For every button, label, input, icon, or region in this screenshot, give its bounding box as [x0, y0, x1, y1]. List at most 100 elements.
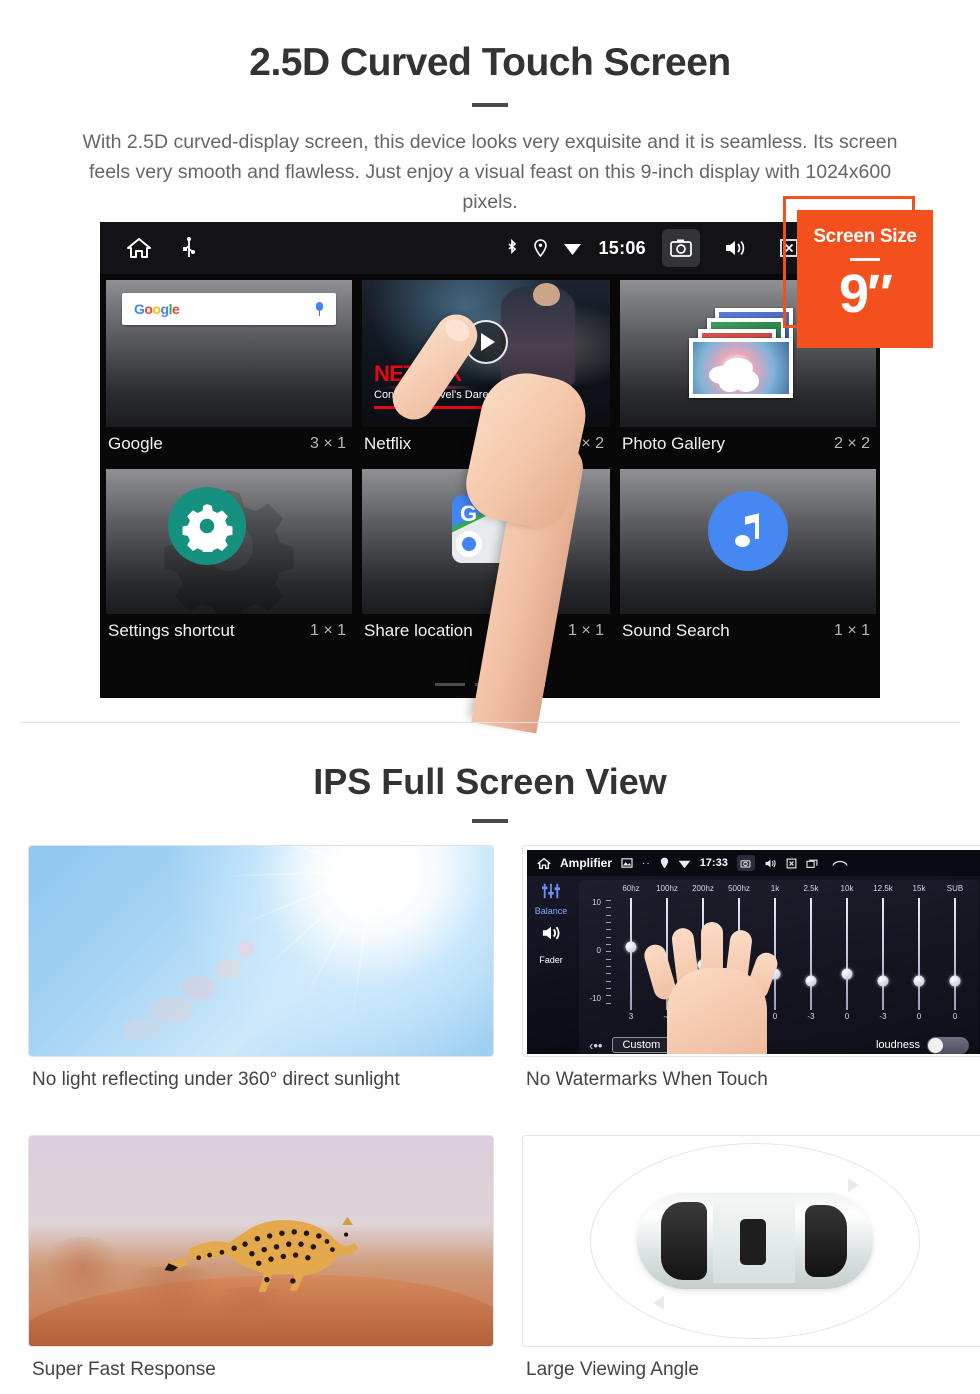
band-label: 12.5k [873, 884, 893, 893]
section2-title: IPS Full Screen View [313, 761, 667, 802]
netflix-subtitle: Continue Marvel's Daredevil [374, 389, 512, 401]
band-label: 200hz [692, 884, 714, 893]
widget-size: 3 × 2 [567, 434, 604, 452]
google-logo: Google [134, 301, 180, 317]
feature-card-viewing-angle: Large Viewing Angle [522, 1135, 980, 1381]
feature-row: Super Fast Response Large Viewing Angle [28, 1135, 980, 1381]
progress-bar [374, 406, 564, 409]
amplifier-side-tabs: Balance Fader [527, 876, 575, 1054]
fader-icon[interactable] [527, 924, 575, 947]
location-icon [660, 857, 669, 869]
status-bar-clock: 15:06 [598, 237, 646, 258]
play-icon[interactable] [464, 319, 508, 364]
eq-value: 0 [844, 1012, 850, 1021]
widget-size: 3 × 1 [309, 434, 346, 452]
eq-slider[interactable] [793, 898, 829, 1010]
fader-label[interactable]: Fader [527, 955, 575, 965]
volume-icon[interactable] [716, 229, 754, 267]
widget-sound-search[interactable]: Sound Search 1 × 1 [614, 463, 880, 650]
page-dot[interactable] [435, 683, 465, 686]
widget-size: 2 × 2 [833, 434, 870, 452]
feature-card-fast-response: Super Fast Response [28, 1135, 494, 1381]
eq-slider[interactable] [829, 898, 865, 1010]
scale-label: 0 [596, 946, 601, 955]
google-search-bar[interactable]: Google [122, 293, 336, 325]
widget-label: Sound Search [622, 620, 730, 640]
eq-value: -3 [879, 1012, 887, 1021]
camera-icon[interactable] [736, 855, 755, 871]
amplifier-status-bar: Amplifier ·· 17:33 [527, 850, 980, 876]
cheetah-figure [131, 1195, 400, 1304]
page-dot[interactable] [475, 683, 505, 686]
band-label: 2.5k [803, 884, 819, 893]
widget-settings-shortcut[interactable]: Settings shortcut 1 × 1 [100, 463, 356, 650]
badge-label: Screen Size [813, 226, 917, 247]
band-label: 10k [840, 884, 854, 893]
widget-size: 1 × 1 [833, 621, 870, 639]
title-underline [472, 102, 508, 107]
band-label: 500hz [728, 884, 750, 893]
page-dot-active[interactable] [515, 683, 545, 686]
widget-picker-grid: Google Google 3 × 1 NETFLIX Continue Mar… [100, 274, 880, 650]
screen-size-badge: Screen Size 9″ [783, 196, 933, 348]
wifi-icon [563, 240, 582, 256]
loudness-control[interactable]: loudness [875, 1036, 969, 1054]
back-arrow-icon[interactable]: ‹•• [589, 1038, 602, 1053]
feature-caption: No light reflecting under 360° direct su… [32, 1069, 400, 1090]
widget-label: Netflix [364, 433, 412, 453]
feature-card-sunlight: No light reflecting under 360° direct su… [28, 845, 494, 1091]
feature-caption: No Watermarks When Touch [526, 1069, 768, 1090]
band-label: 60hz [622, 884, 640, 893]
more-icon[interactable]: ·· [642, 858, 651, 869]
eq-value: 0 [916, 1012, 922, 1021]
amplifier-clock: 17:33 [699, 857, 728, 869]
wifi-icon [678, 858, 691, 869]
amplifier-title: Amplifier [560, 856, 613, 870]
widget-share-location[interactable]: G Share location 1 × 1 [356, 463, 614, 650]
amplifier-ui: Amplifier ·· 17:33 Balance Fader 60hz 10… [527, 850, 980, 1054]
feature-card-grid: No light reflecting under 360° direct su… [28, 845, 980, 1381]
eq-value: 0 [952, 1012, 958, 1021]
page-indicator[interactable] [100, 683, 880, 686]
equalizer-scale: 10 0 -10 [585, 898, 613, 1006]
balance-icon[interactable] [527, 882, 575, 905]
microphone-icon[interactable] [315, 302, 324, 316]
close-box-icon[interactable] [786, 858, 797, 869]
band-label: 15k [912, 884, 926, 893]
home-icon[interactable] [126, 236, 152, 260]
equalizer-band-labels: 60hz 100hz 200hz 500hz 1k 2.5k 10k 12.5k [579, 880, 979, 893]
google-maps-icon: G [452, 495, 520, 563]
loudness-label: loudness [875, 1039, 920, 1051]
running-cheetah-image [28, 1135, 494, 1347]
settings-gear-icon [168, 487, 246, 565]
sound-search-icon [708, 491, 788, 571]
widget-google[interactable]: Google Google 3 × 1 [100, 274, 356, 463]
amplifier-screen-image: Amplifier ·· 17:33 Balance Fader 60hz 10… [522, 845, 980, 1057]
home-icon[interactable] [537, 857, 551, 870]
image-icon[interactable] [621, 858, 633, 868]
location-icon [534, 239, 548, 257]
eq-value: -3 [807, 1012, 815, 1021]
back-icon[interactable] [832, 858, 848, 869]
band-label: 100hz [656, 884, 678, 893]
section-ips-full-screen-view: IPS Full Screen View No light reflecting… [0, 723, 980, 1394]
badge-value: 9″ [839, 264, 893, 324]
section2-title-underline [472, 819, 508, 823]
volume-icon[interactable] [764, 858, 777, 869]
eq-slider[interactable] [901, 898, 937, 1010]
eq-slider[interactable] [865, 898, 901, 1010]
widget-netflix[interactable]: NETFLIX Continue Marvel's Daredevil Netf… [356, 274, 614, 463]
widget-label: Share location [364, 620, 473, 640]
loudness-toggle[interactable] [927, 1036, 969, 1054]
scale-label: 10 [592, 898, 601, 907]
band-label: 1k [770, 884, 780, 893]
netflix-wordmark: NETFLIX [374, 361, 462, 386]
camera-icon[interactable] [662, 229, 700, 267]
hand-illustration [641, 906, 795, 1054]
car-top-view-image [522, 1135, 980, 1347]
balance-label[interactable]: Balance [527, 906, 575, 916]
device-screenshot: 15:06 Google Google 3 × 1 NETFLIX Contin… [100, 222, 880, 698]
bluetooth-icon [506, 238, 518, 258]
recents-icon[interactable] [806, 858, 819, 869]
eq-slider[interactable] [937, 898, 973, 1010]
